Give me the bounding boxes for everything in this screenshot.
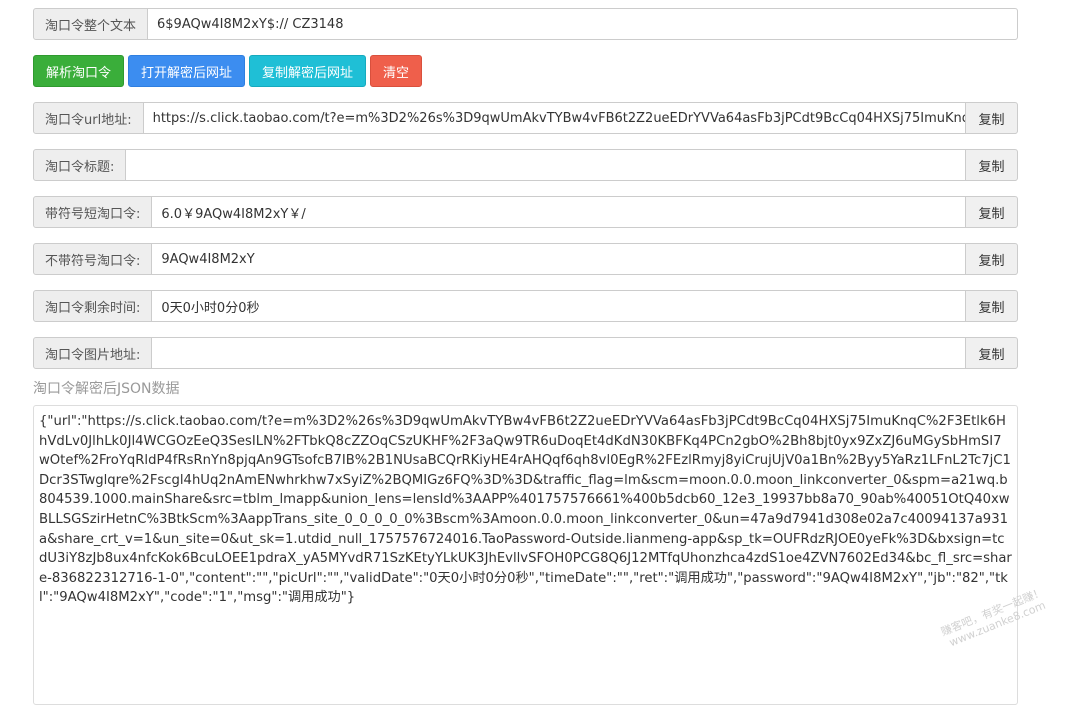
copy-title-button[interactable]: 复制 [966, 149, 1018, 181]
no-symbol-label: 不带符号淘口令: [33, 243, 153, 275]
copy-no-symbol-button[interactable]: 复制 [966, 243, 1018, 275]
json-output-textarea[interactable]: {"url":"https://s.click.taobao.com/t?e=m… [33, 405, 1018, 705]
full-text-input[interactable]: 6$9AQw4I8M2xY$:// CZ3148 [148, 8, 1018, 40]
full-text-label: 淘口令整个文本 [33, 8, 149, 40]
image-url-input[interactable] [152, 337, 966, 369]
copy-short-symbol-button[interactable]: 复制 [966, 196, 1018, 228]
title-label: 淘口令标题: [33, 149, 127, 181]
image-url-label: 淘口令图片地址: [33, 337, 153, 369]
no-symbol-input[interactable]: 9AQw4I8M2xY [152, 243, 966, 275]
remaining-time-group: 淘口令剩余时间: 0天0小时0分0秒 复制 [33, 290, 1018, 322]
remaining-time-label: 淘口令剩余时间: [33, 290, 153, 322]
full-text-group: 淘口令整个文本 6$9AQw4I8M2xY$:// CZ3148 [33, 8, 1018, 40]
copy-remaining-time-button[interactable]: 复制 [966, 290, 1018, 322]
clear-button[interactable]: 清空 [370, 55, 423, 87]
short-symbol-input[interactable]: 6.0￥9AQw4I8M2xY￥/ [152, 196, 966, 228]
action-buttons: 解析淘口令 打开解密后网址 复制解密后网址 清空 [33, 55, 1018, 87]
title-group: 淘口令标题: 复制 [33, 149, 1018, 181]
remaining-time-input[interactable]: 0天0小时0分0秒 [152, 290, 966, 322]
url-group: 淘口令url地址: https://s.click.taobao.com/t?e… [33, 102, 1018, 134]
url-input[interactable]: https://s.click.taobao.com/t?e=m%3D2%26s… [143, 102, 966, 134]
short-symbol-label: 带符号短淘口令: [33, 196, 153, 228]
json-section-label: 淘口令解密后JSON数据 [33, 381, 180, 397]
title-input[interactable] [126, 149, 966, 181]
copy-url-field-button[interactable]: 复制 [966, 102, 1018, 134]
open-url-button[interactable]: 打开解密后网址 [128, 55, 246, 87]
copy-url-button[interactable]: 复制解密后网址 [249, 55, 367, 87]
no-symbol-group: 不带符号淘口令: 9AQw4I8M2xY 复制 [33, 243, 1018, 275]
short-symbol-group: 带符号短淘口令: 6.0￥9AQw4I8M2xY￥/ 复制 [33, 196, 1018, 228]
copy-image-url-button[interactable]: 复制 [966, 337, 1018, 369]
parse-button[interactable]: 解析淘口令 [33, 55, 125, 87]
taokouling-form: 淘口令整个文本 6$9AQw4I8M2xY$:// CZ3148 解析淘口令 打… [33, 8, 1018, 705]
image-url-group: 淘口令图片地址: 复制 [33, 337, 1018, 369]
url-label: 淘口令url地址: [33, 102, 144, 134]
